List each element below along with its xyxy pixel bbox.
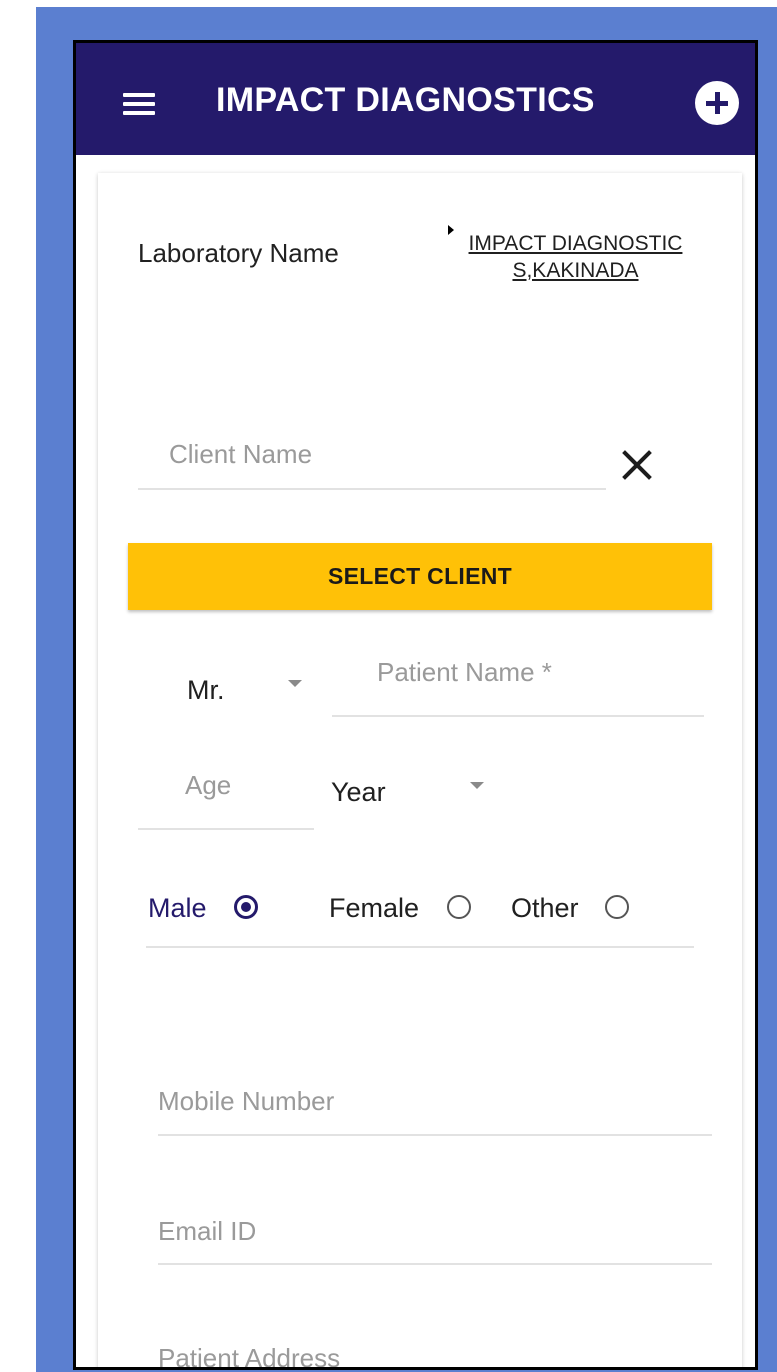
select-client-button[interactable]: SELECT CLIENT: [128, 543, 712, 610]
gender-other-label[interactable]: Other: [511, 893, 579, 924]
clear-client-close-icon[interactable]: [620, 448, 654, 482]
client-name-input[interactable]: Client Name: [138, 428, 606, 490]
age-unit-select[interactable]: Year: [328, 768, 528, 818]
title-select[interactable]: Mr.: [158, 653, 338, 713]
patient-address-placeholder: Patient Address: [158, 1343, 341, 1370]
gender-underline: [146, 946, 694, 948]
title-dropdown-arrow-icon: [288, 680, 302, 687]
email-id-underline: [158, 1263, 712, 1265]
gender-male-radio[interactable]: [234, 895, 258, 919]
patient-name-placeholder: Patient Name *: [377, 657, 552, 687]
app-bar: IMPACT DIAGNOSTICS: [76, 43, 755, 155]
mobile-number-underline: [158, 1134, 712, 1136]
email-id-placeholder: Email ID: [158, 1216, 257, 1246]
gender-other-radio[interactable]: [605, 895, 629, 919]
email-id-input[interactable]: Email ID: [158, 1208, 712, 1268]
gender-female-label[interactable]: Female: [329, 893, 419, 924]
app-title: IMPACT DIAGNOSTICS: [216, 81, 595, 119]
patient-address-input[interactable]: Patient Address: [158, 1335, 712, 1370]
age-unit-dropdown-arrow-icon: [470, 782, 484, 789]
patient-form-card: Laboratory Name IMPACT DIAGNOSTICS,KAKIN…: [98, 173, 742, 1370]
laboratory-name-link[interactable]: IMPACT DIAGNOSTICS,KAKINADA: [468, 230, 683, 284]
mobile-number-input[interactable]: Mobile Number: [158, 1078, 712, 1138]
age-placeholder: Age: [185, 770, 232, 800]
age-input[interactable]: Age: [138, 768, 314, 832]
gender-radio-group: Male Female Other: [146, 883, 694, 953]
app-screen: IMPACT DIAGNOSTICS Laboratory Name IMPAC…: [73, 40, 758, 1370]
patient-name-underline: [332, 715, 704, 717]
add-circle-icon[interactable]: [695, 81, 739, 125]
client-name-placeholder: Client Name: [169, 439, 313, 469]
client-name-underline: [138, 488, 606, 490]
title-select-value: Mr.: [187, 675, 225, 705]
gender-male-label[interactable]: Male: [148, 893, 207, 924]
caret-right-icon: [448, 225, 454, 235]
age-underline: [138, 828, 314, 830]
gender-female-radio[interactable]: [447, 895, 471, 919]
mobile-number-placeholder: Mobile Number: [158, 1086, 335, 1116]
age-unit-value: Year: [331, 777, 386, 807]
patient-name-input[interactable]: Patient Name *: [332, 655, 704, 719]
laboratory-name-label: Laboratory Name: [138, 238, 339, 268]
hamburger-menu-icon[interactable]: [123, 93, 157, 115]
